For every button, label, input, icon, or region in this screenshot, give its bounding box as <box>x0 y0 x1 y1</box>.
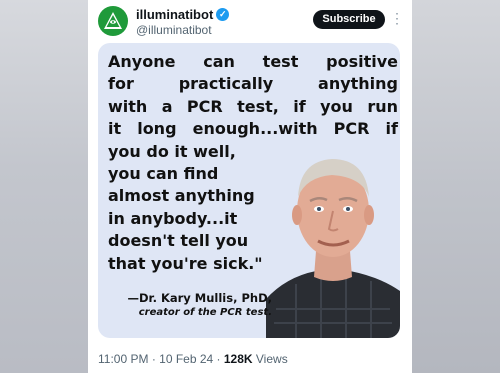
background-left <box>0 0 88 373</box>
avatar[interactable] <box>98 6 128 36</box>
quote-line: it long enough...with PCR if <box>108 119 398 139</box>
tweet-date[interactable]: 10 Feb 24 <box>159 352 213 366</box>
subscribe-button[interactable]: Subscribe <box>313 10 385 29</box>
illuminati-pyramid-avatar-icon <box>104 12 122 29</box>
tweet-time[interactable]: 11:00 PM <box>98 352 148 366</box>
verified-badge-icon: ✓ <box>216 8 230 21</box>
portrait-photo <box>266 159 400 338</box>
attribution-name: —Dr. Kary Mullis, PhD, <box>127 291 273 305</box>
quote-line: Anyone can test positive <box>108 52 398 71</box>
handle[interactable]: @illuminatibot <box>136 23 212 37</box>
quote-line: for practically anything <box>108 74 398 94</box>
quote-line: with a PCR test, if you run <box>108 96 398 116</box>
more-options-icon[interactable]: ⋮ <box>390 8 404 28</box>
views-label: Views <box>252 352 288 366</box>
views-count[interactable]: 128K <box>224 352 253 366</box>
attribution-title: creator of the PCR test. <box>138 307 272 318</box>
separator: · <box>213 352 224 366</box>
display-name[interactable]: illuminatibot <box>136 7 213 22</box>
quote-attribution: —Dr. Kary Mullis, PhD, creator of the PC… <box>112 291 273 319</box>
tweet-image[interactable]: Anyone can test positive for practically… <box>98 43 400 338</box>
separator: · <box>148 352 160 366</box>
display-name-row[interactable]: illuminatibot ✓ <box>136 7 230 22</box>
background-right <box>412 0 500 373</box>
tweet-meta: 11:00 PM · 10 Feb 24 · 128K Views <box>98 352 288 366</box>
tweet-card: illuminatibot ✓ @illuminatibot Subscribe… <box>88 0 412 373</box>
